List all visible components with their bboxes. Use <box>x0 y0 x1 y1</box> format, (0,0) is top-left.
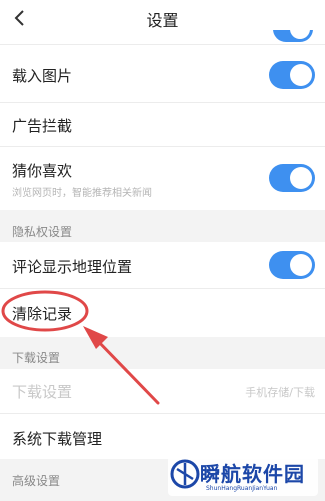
clear-records-row[interactable]: 清除记录 <box>0 289 325 335</box>
privacy-section-header: 隐私权设置 <box>0 210 325 242</box>
watermark: 瞬航软件园 ShunHangRuanJianYuan <box>168 456 318 498</box>
toggle-knob <box>290 167 312 189</box>
download-location-value: 手机存储/下载 <box>245 386 315 399</box>
page-title: 设置 <box>146 11 179 30</box>
guess-like-label: 猜你喜欢 <box>12 162 73 180</box>
watermark-logo-icon <box>170 459 200 489</box>
top-bar: 设置 <box>0 0 325 42</box>
comment-location-label: 评论显示地理位置 <box>12 258 133 276</box>
system-download-label: 系统下载管理 <box>12 430 103 448</box>
watermark-subtext: ShunHangRuanJianYuan <box>206 485 278 492</box>
download-section-label: 下载设置 <box>12 351 61 365</box>
load-images-toggle[interactable] <box>269 61 315 89</box>
privacy-section-label: 隐私权设置 <box>12 225 73 239</box>
clear-records-label: 清除记录 <box>12 305 73 323</box>
comment-location-toggle[interactable] <box>269 251 315 279</box>
guess-like-row[interactable]: 猜你喜欢 浏览网页时，智能推荐相关新闻 <box>0 147 325 208</box>
ad-block-label: 广告拦截 <box>12 117 73 135</box>
load-images-label: 载入图片 <box>12 67 73 85</box>
comment-location-row[interactable]: 评论显示地理位置 <box>0 242 325 288</box>
download-settings-row[interactable]: 下载设置 手机存储/下载 <box>0 369 325 413</box>
download-section-header: 下载设置 <box>0 337 325 369</box>
toggle-knob <box>290 254 312 276</box>
download-settings-label: 下载设置 <box>12 383 73 401</box>
partial-toggle-switch[interactable] <box>273 30 313 44</box>
system-download-row[interactable]: 系统下载管理 <box>0 414 325 457</box>
guess-like-description: 浏览网页时，智能推荐相关新闻 <box>12 188 152 199</box>
advanced-section-label: 高级设置 <box>12 474 61 488</box>
ad-block-row[interactable]: 广告拦截 <box>0 103 325 146</box>
toggle-knob <box>290 64 312 86</box>
watermark-text: 瞬航软件园 <box>200 462 305 486</box>
load-images-row[interactable]: 载入图片 <box>0 45 325 102</box>
guess-like-toggle[interactable] <box>269 164 315 192</box>
